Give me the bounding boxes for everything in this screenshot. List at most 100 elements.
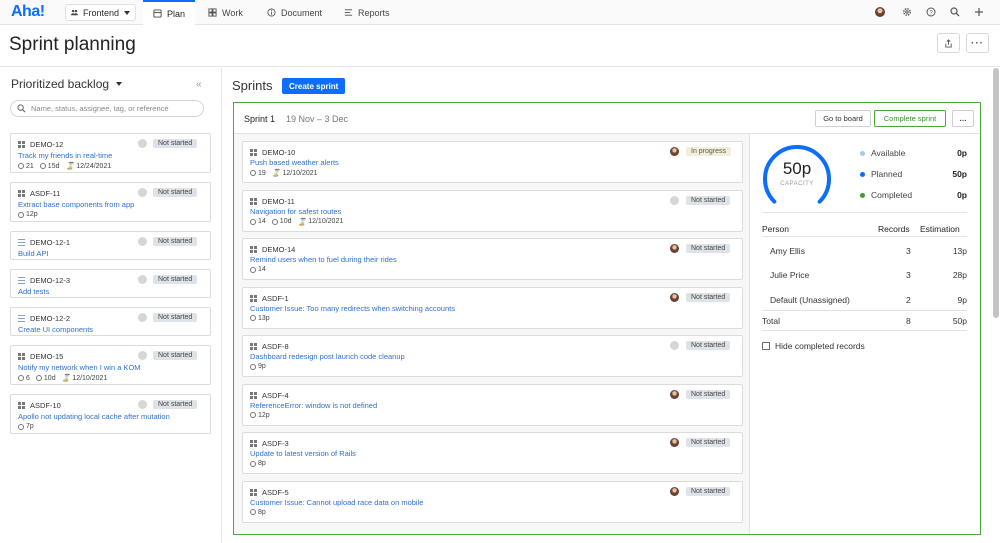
tab-document[interactable]: Document <box>257 0 332 25</box>
record-title[interactable]: Extract base components from app <box>18 200 134 209</box>
status-badge[interactable]: Not started <box>686 195 731 205</box>
total-records: 8 <box>906 316 911 326</box>
score-field: 19 <box>250 170 266 177</box>
status-badge[interactable]: Not started <box>686 341 731 350</box>
backlog-card[interactable]: ASDF-11 Not started Extract base component… <box>10 182 211 222</box>
record-title[interactable]: Navigation for safest routes <box>250 207 341 216</box>
record-title[interactable]: Customer Issue: Cannot upload race data … <box>250 498 423 507</box>
status-badge[interactable]: Not started <box>686 292 731 302</box>
card-header: DEMO-10 <box>250 148 295 157</box>
assignee-avatar[interactable] <box>670 244 679 253</box>
timer-icon <box>39 163 46 169</box>
backlog-card[interactable]: DEMO-12-1 Not started Build API <box>10 231 211 260</box>
sprint-panel: Sprint 1 19 Nov – 3 Dec Go to board Comp… <box>233 102 981 535</box>
gear-icon[interactable] <box>901 6 913 18</box>
backlog-title-dropdown[interactable]: Prioritized backlog <box>11 77 123 91</box>
sprint-record-card[interactable]: DEMO-14 Not started Remind users when to f… <box>242 238 743 280</box>
record-title[interactable]: Create UI components <box>18 325 93 334</box>
user-avatar[interactable] <box>874 6 886 18</box>
workspace-select[interactable]: Frontend <box>65 4 136 21</box>
assignee-avatar[interactable] <box>670 147 679 156</box>
record-title[interactable]: Apollo not updating local cache after mu… <box>18 412 170 421</box>
assignee-avatar[interactable] <box>670 486 679 496</box>
status-badge[interactable]: Not started <box>153 237 198 246</box>
sprint-record-card[interactable]: DEMO-11 Not started Navigation for safest … <box>242 189 743 232</box>
record-title[interactable]: Build API <box>18 249 48 258</box>
sprint-record-card[interactable]: DEMO-10 In progress Push based weather ale… <box>242 141 743 183</box>
record-title[interactable]: Notify my network when I win a KOM <box>18 363 141 372</box>
card-header: ASDF-10 <box>18 401 61 410</box>
assignee-avatar[interactable] <box>670 292 679 302</box>
complete-sprint-button[interactable]: Complete sprint <box>874 110 946 127</box>
tab-work[interactable]: Work <box>198 0 253 25</box>
assignee-avatar[interactable] <box>670 438 679 447</box>
estimation-header: Estimation <box>920 224 960 234</box>
status-badge[interactable]: Not started <box>153 400 198 409</box>
backlog-search-input[interactable] <box>31 104 201 113</box>
status-badge[interactable]: Not started <box>153 139 198 148</box>
status-badge[interactable]: Not started <box>686 389 731 399</box>
app-logo[interactable]: Aha! <box>11 3 45 21</box>
assignee-avatar[interactable] <box>138 400 147 409</box>
feature-icon <box>250 440 257 447</box>
record-id: ASDF-1 <box>262 293 289 303</box>
sprint-record-card[interactable]: ASDF-5 Not started Customer Issue: Cannot … <box>242 480 743 523</box>
status-badge[interactable]: In progress <box>686 147 732 156</box>
tab-document-label: Document <box>281 7 323 18</box>
more-options-button[interactable]: ··· <box>966 33 989 53</box>
assignee-avatar[interactable] <box>670 389 679 399</box>
plus-icon[interactable] <box>973 6 985 18</box>
sprint-record-card[interactable]: ASDF-8 Not started Dashboard redesign post… <box>242 335 743 377</box>
collapse-icon[interactable]: « <box>196 79 202 90</box>
share-button[interactable] <box>937 33 960 53</box>
tab-reports[interactable]: Reports <box>334 0 400 25</box>
clock-icon <box>18 211 24 218</box>
status-badge[interactable]: Not started <box>686 486 731 496</box>
backlog-card[interactable]: DEMO-15 Not started Notify my network when… <box>10 345 211 385</box>
assignee-avatar[interactable] <box>138 351 147 360</box>
assignee-avatar[interactable] <box>138 313 147 322</box>
sprint-more-button[interactable]: … <box>952 110 974 127</box>
card-meta: 13p <box>250 315 270 322</box>
record-title[interactable]: Add tests <box>18 287 49 296</box>
assignee-avatar[interactable] <box>670 195 679 205</box>
create-sprint-button[interactable]: Create sprint <box>282 78 346 94</box>
sprint-record-card[interactable]: ASDF-1 Not started Customer Issue: Too man… <box>242 286 743 329</box>
backlog-card[interactable]: DEMO-12-3 Not started Add tests <box>10 269 211 298</box>
record-title[interactable]: Customer Issue: Too many redirects when … <box>250 304 455 313</box>
score-field: 14 <box>250 266 266 273</box>
scrollbar[interactable] <box>993 68 999 318</box>
hide-completed-checkbox[interactable] <box>762 342 770 350</box>
card-header: ASDF-11 <box>18 189 60 198</box>
person-records: 2 <box>906 295 911 305</box>
help-icon[interactable]: ? <box>925 6 937 18</box>
status-badge[interactable]: Not started <box>153 188 198 197</box>
search-icon[interactable] <box>949 6 961 18</box>
record-title[interactable]: Push based weather alerts <box>250 158 339 167</box>
assignee-avatar[interactable] <box>138 275 147 284</box>
backlog-card[interactable]: DEMO-12 Not started Track my friends in re… <box>10 133 211 173</box>
assignee-avatar[interactable] <box>138 237 147 246</box>
status-badge[interactable]: Not started <box>686 438 731 447</box>
tab-plan[interactable]: Plan <box>143 0 196 25</box>
go-to-board-button[interactable]: Go to board <box>815 110 871 127</box>
status-badge[interactable]: Not started <box>153 351 198 360</box>
status-badge[interactable]: Not started <box>153 313 198 322</box>
status-badge[interactable]: Not started <box>153 275 198 284</box>
backlog-card[interactable]: ASDF-10 Not started Apollo not updating lo… <box>10 394 211 434</box>
record-id: ASDF-11 <box>30 189 61 198</box>
sprint-record-card[interactable]: ASDF-4 Not started ReferenceError: window … <box>242 383 743 426</box>
status-badge[interactable]: Not started <box>686 244 731 253</box>
record-title[interactable]: Dashboard redesign post launch code clea… <box>250 352 405 361</box>
record-title[interactable]: ReferenceError: window is not defined <box>250 401 377 410</box>
record-title[interactable]: Update to latest version of Rails <box>250 449 356 458</box>
assignee-avatar[interactable] <box>670 341 679 350</box>
ellipsis-icon: ··· <box>971 37 984 49</box>
legend-completed-value: 0p <box>957 190 967 200</box>
record-title[interactable]: Remind users when to fuel during their r… <box>250 255 397 264</box>
sprint-record-card[interactable]: ASDF-3 Not started Update to latest versio… <box>242 432 743 474</box>
record-title[interactable]: Track my friends in real-time <box>18 151 112 160</box>
assignee-avatar[interactable] <box>138 188 147 197</box>
assignee-avatar[interactable] <box>138 139 147 148</box>
backlog-card[interactable]: DEMO-12-2 Not started Create UI components <box>10 307 211 336</box>
